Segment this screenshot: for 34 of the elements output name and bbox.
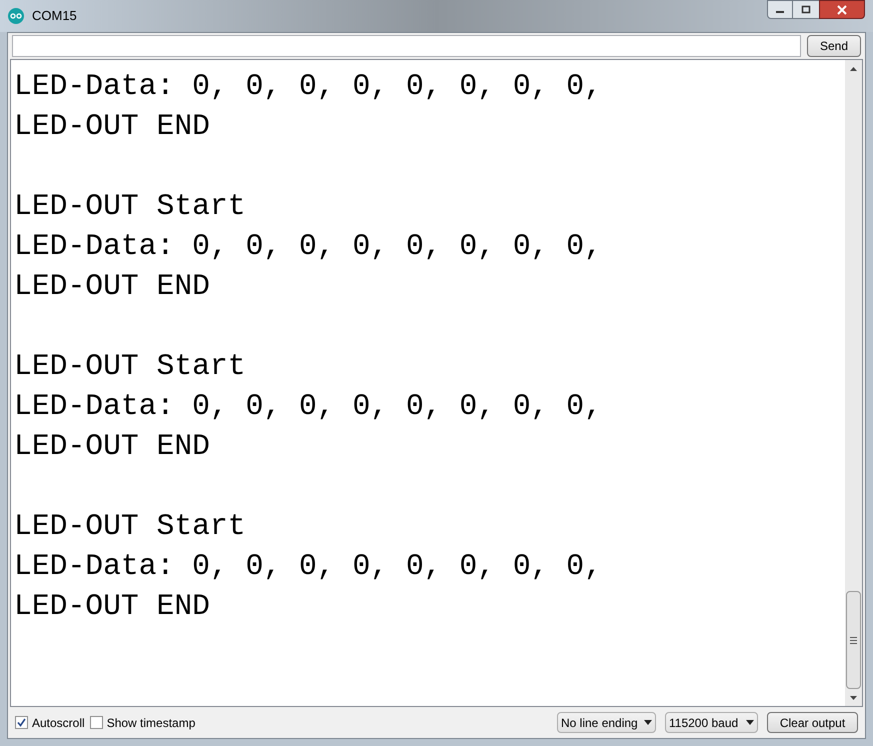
checkbox-label: Show timestamp bbox=[106, 714, 196, 732]
scroll-down-icon[interactable] bbox=[850, 696, 857, 700]
output-line: LED-OUT Start bbox=[14, 508, 246, 545]
scrollbar[interactable] bbox=[845, 60, 862, 706]
output-line: LED-OUT END bbox=[14, 588, 210, 625]
caret-icon bbox=[644, 720, 652, 725]
output-line: LED-OUT END bbox=[14, 428, 210, 465]
scroll-up-icon[interactable] bbox=[850, 66, 857, 70]
output-line: LED-OUT Start bbox=[14, 188, 246, 225]
caret-icon bbox=[746, 720, 754, 725]
dropdown[interactable]: 115200 baud bbox=[665, 712, 758, 733]
restore-icon bbox=[801, 5, 811, 14]
clear-output-button[interactable]: Clear output bbox=[767, 712, 858, 733]
output-line: LED-OUT END bbox=[14, 268, 210, 305]
send-button[interactable]: Send bbox=[807, 35, 861, 57]
checkbox[interactable] bbox=[15, 716, 28, 729]
checkbox[interactable] bbox=[90, 716, 103, 729]
checkbox-label: Autoscroll bbox=[32, 714, 85, 732]
maximize-button[interactable] bbox=[793, 0, 819, 19]
app-logo-icon bbox=[8, 8, 24, 24]
grip-icon bbox=[850, 636, 857, 644]
minimize-button[interactable] bbox=[767, 0, 793, 19]
output-line: LED-Data: 0, 0, 0, 0, 0, 0, 0, 0, bbox=[14, 388, 602, 425]
message-field[interactable] bbox=[12, 35, 801, 57]
output-line: LED-OUT Start bbox=[14, 348, 246, 385]
output-line: LED-Data: 0, 0, 0, 0, 0, 0, 0, 0, bbox=[14, 548, 602, 585]
scroll-thumb[interactable] bbox=[846, 591, 861, 689]
output-line: LED-Data: 0, 0, 0, 0, 0, 0, 0, 0, bbox=[14, 68, 602, 105]
output-line: LED-OUT END bbox=[14, 108, 210, 145]
dropdown[interactable]: No line ending bbox=[557, 712, 656, 733]
close-icon bbox=[836, 4, 848, 14]
output-line: LED-Data: 0, 0, 0, 0, 0, 0, 0, 0, bbox=[14, 228, 602, 265]
window-title: COM15 bbox=[32, 7, 77, 26]
close-button[interactable] bbox=[819, 0, 865, 19]
